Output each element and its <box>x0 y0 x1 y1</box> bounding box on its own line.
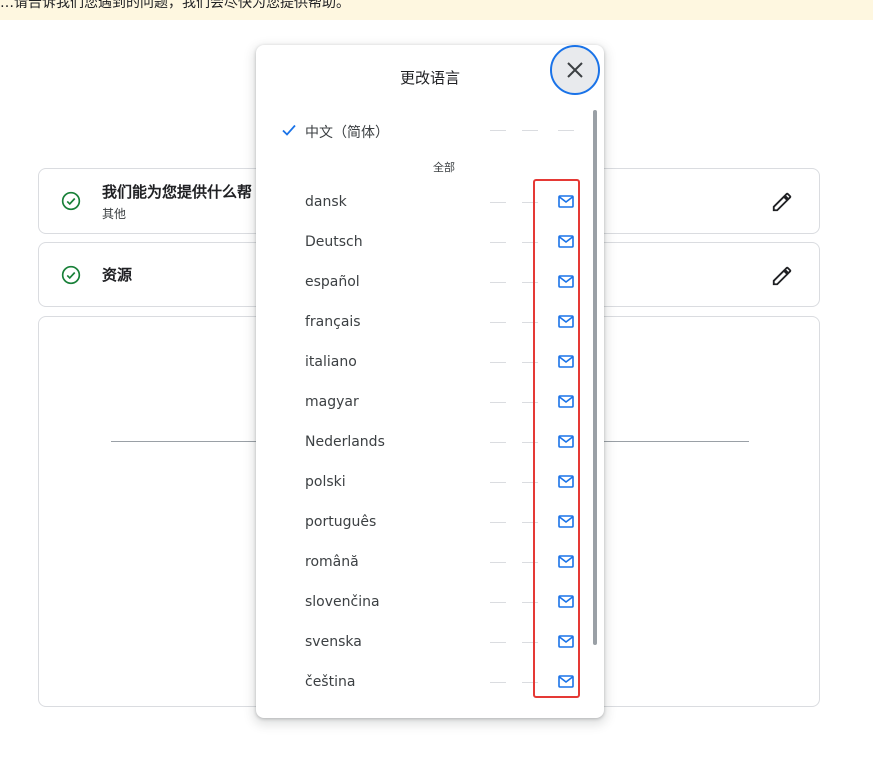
language-label: čeština <box>305 674 356 690</box>
mail-icon[interactable] <box>558 555 574 568</box>
language-label: français <box>305 314 361 330</box>
divider <box>522 322 538 323</box>
divider <box>490 322 506 323</box>
divider <box>522 202 538 203</box>
divider <box>522 562 538 563</box>
check-circle-icon <box>61 265 81 285</box>
language-label: español <box>305 274 360 290</box>
divider <box>522 522 538 523</box>
divider <box>490 202 506 203</box>
scrollbar[interactable] <box>593 110 597 645</box>
divider <box>522 362 538 363</box>
mail-icon[interactable] <box>558 435 574 448</box>
mail-icon[interactable] <box>558 515 574 528</box>
card-title: 我们能为您提供什么帮 <box>102 183 253 201</box>
checkmark-icon <box>282 124 296 136</box>
divider <box>522 682 538 683</box>
language-item[interactable]: Nederlands <box>256 422 596 462</box>
divider <box>490 130 506 131</box>
language-label: svenska <box>305 634 362 650</box>
divider <box>522 402 538 403</box>
divider <box>490 642 506 643</box>
close-icon <box>567 62 583 78</box>
language-item[interactable]: svenska <box>256 622 596 662</box>
language-label: 中文（简体） <box>305 125 389 141</box>
card-title: 资源 <box>102 266 133 284</box>
language-label: português <box>305 514 377 530</box>
mail-icon[interactable] <box>558 595 574 608</box>
divider <box>490 362 506 363</box>
language-item[interactable]: español <box>256 262 596 302</box>
check-circle-icon <box>61 191 81 211</box>
mail-icon[interactable] <box>558 235 574 248</box>
language-item[interactable]: português <box>256 502 596 542</box>
pencil-icon[interactable] <box>771 191 793 213</box>
divider <box>522 242 538 243</box>
language-label: polski <box>305 474 346 490</box>
language-item[interactable]: Deutsch <box>256 222 596 262</box>
mail-icon[interactable] <box>558 355 574 368</box>
language-item[interactable]: polski <box>256 462 596 502</box>
language-item-selected[interactable]: 中文（简体） <box>256 110 596 150</box>
divider <box>490 442 506 443</box>
language-item[interactable]: română <box>256 542 596 582</box>
language-label: Deutsch <box>305 234 363 250</box>
notice-banner: …请告诉我们您遇到的问题，我们会尽快为您提供帮助。 <box>0 0 873 20</box>
divider <box>522 130 538 131</box>
banner-text: …请告诉我们您遇到的问题，我们会尽快为您提供帮助。 <box>0 0 350 11</box>
language-item[interactable]: dansk <box>256 182 596 222</box>
language-label: Nederlands <box>305 434 385 450</box>
section-label: 全部 <box>433 161 455 174</box>
divider <box>522 282 538 283</box>
divider <box>522 482 538 483</box>
language-label: dansk <box>305 194 347 210</box>
card-subtitle: 其他 <box>102 207 127 221</box>
divider <box>490 282 506 283</box>
language-label: magyar <box>305 394 359 410</box>
close-button[interactable] <box>550 45 600 95</box>
mail-icon[interactable] <box>558 675 574 688</box>
mail-icon[interactable] <box>558 195 574 208</box>
language-item[interactable]: italiano <box>256 342 596 382</box>
language-label: italiano <box>305 354 357 370</box>
divider <box>490 482 506 483</box>
mail-icon[interactable] <box>558 315 574 328</box>
language-item[interactable]: français <box>256 302 596 342</box>
mail-icon[interactable] <box>558 475 574 488</box>
divider <box>490 562 506 563</box>
divider <box>522 442 538 443</box>
divider <box>522 642 538 643</box>
divider <box>490 682 506 683</box>
mail-icon[interactable] <box>558 635 574 648</box>
language-item[interactable]: čeština <box>256 662 596 702</box>
language-label: română <box>305 554 359 570</box>
language-item[interactable]: magyar <box>256 382 596 422</box>
divider <box>490 602 506 603</box>
language-item[interactable]: slovenčina <box>256 582 596 622</box>
mail-icon[interactable] <box>558 275 574 288</box>
divider <box>490 522 506 523</box>
change-language-dialog: 更改语言 中文（简体） 全部 dansk Deutsch español frança… <box>256 45 604 718</box>
divider <box>522 602 538 603</box>
pencil-icon[interactable] <box>771 265 793 287</box>
divider <box>490 242 506 243</box>
language-label: slovenčina <box>305 594 380 610</box>
divider <box>490 402 506 403</box>
mail-icon[interactable] <box>558 395 574 408</box>
divider <box>558 130 574 131</box>
